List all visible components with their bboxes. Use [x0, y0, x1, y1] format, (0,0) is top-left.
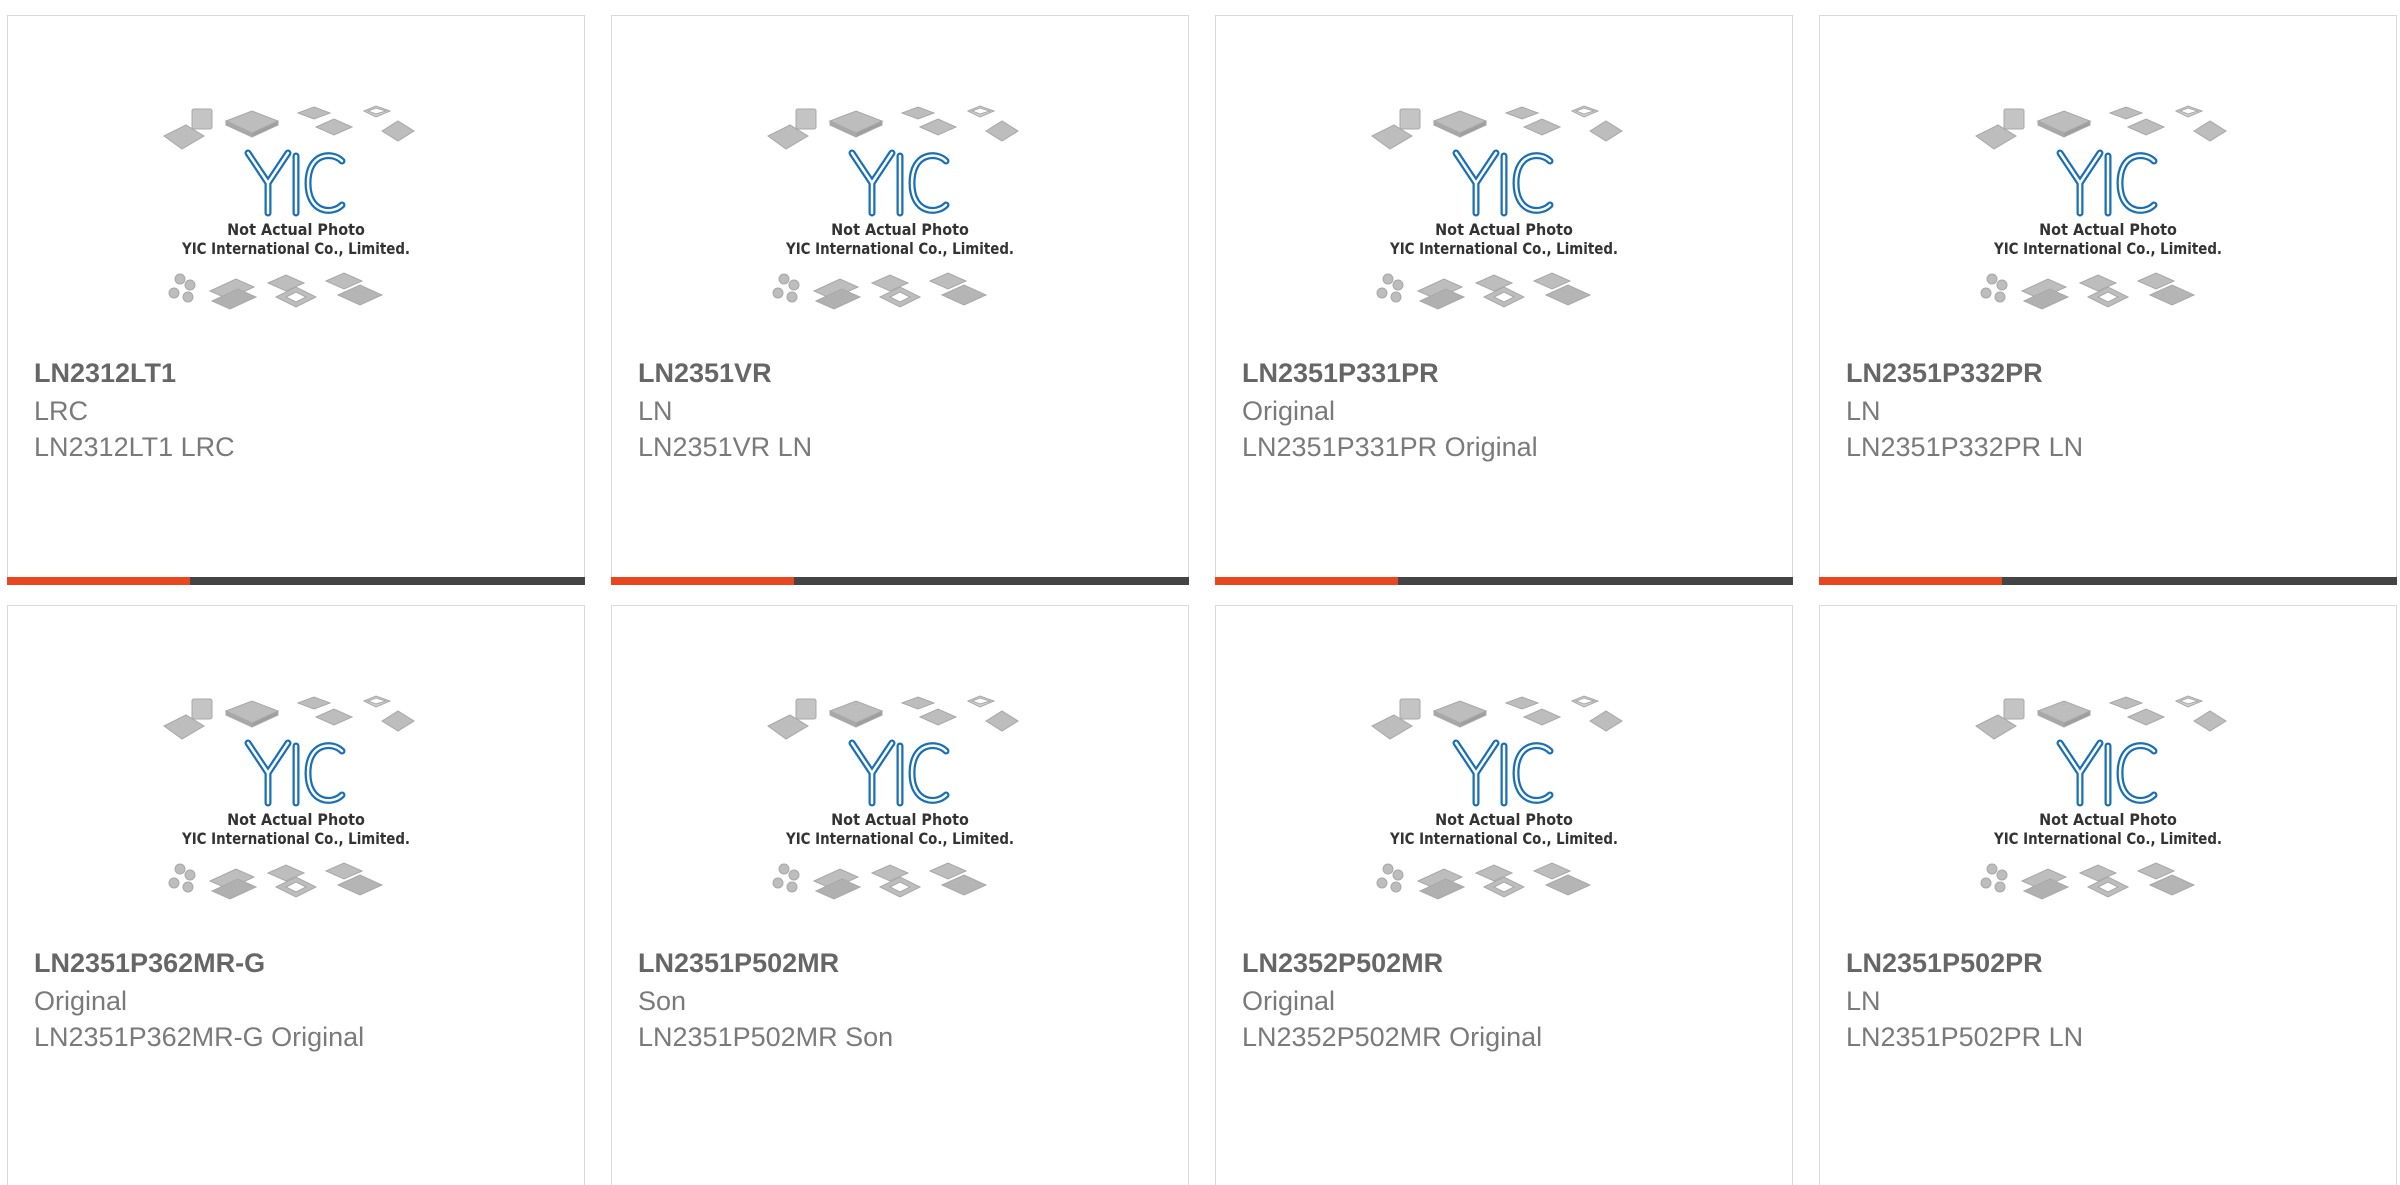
- chip-icons-top: [1371, 695, 1623, 740]
- product-brand: Son: [638, 986, 687, 1016]
- card-accent-bar: [611, 577, 794, 585]
- chip-icons-bottom: [168, 862, 384, 900]
- yic-logo-icon: [848, 739, 950, 807]
- card-bottom-bar: [7, 577, 585, 585]
- chip-icons-bottom: [1980, 272, 2196, 310]
- product-part-number[interactable]: LN2351VR: [638, 358, 772, 389]
- product-card[interactable]: Not Actual Photo YIC International Co., …: [611, 15, 1189, 585]
- chip-icons-top: [1975, 695, 2227, 740]
- chip-icons-top: [1371, 105, 1623, 150]
- product-description: LN2351P502PR LN: [1846, 1022, 2084, 1052]
- product-image[interactable]: Not Actual Photo YIC International Co., …: [1216, 691, 1792, 953]
- placeholder-caption-2: YIC International Co., Limited.: [785, 239, 1014, 258]
- placeholder-caption-2: YIC International Co., Limited.: [1389, 239, 1618, 258]
- product-image[interactable]: Not Actual Photo YIC International Co., …: [1820, 691, 2396, 953]
- product-placeholder-image: Not Actual Photo YIC International Co., …: [1371, 695, 1623, 900]
- product-part-number[interactable]: LN2351P331PR: [1242, 358, 1439, 389]
- product-image[interactable]: Not Actual Photo YIC International Co., …: [612, 691, 1188, 953]
- card-accent-bar: [7, 577, 190, 585]
- chip-icons-bottom: [772, 862, 988, 900]
- chip-icons-bottom: [1980, 862, 2196, 900]
- product-image[interactable]: Not Actual Photo YIC International Co., …: [612, 101, 1188, 363]
- product-placeholder-image: Not Actual Photo YIC International Co., …: [1975, 695, 2227, 900]
- chip-icons-top: [163, 105, 415, 150]
- product-card[interactable]: Not Actual Photo YIC International Co., …: [7, 15, 585, 585]
- product-brand: LN: [1846, 986, 1881, 1016]
- product-brand: LN: [638, 396, 673, 426]
- placeholder-caption-1: Not Actual Photo: [227, 220, 365, 239]
- yic-logo-icon: [848, 149, 950, 217]
- product-placeholder-image: Not Actual Photo YIC International Co., …: [1371, 105, 1623, 310]
- product-description: LN2351P332PR LN: [1846, 432, 2084, 462]
- placeholder-caption-2: YIC International Co., Limited.: [181, 239, 410, 258]
- placeholder-caption-2: YIC International Co., Limited.: [785, 829, 1014, 848]
- product-card[interactable]: Not Actual Photo YIC International Co., …: [7, 605, 585, 1185]
- product-part-number[interactable]: LN2312LT1: [34, 358, 176, 389]
- product-brand: Original: [1242, 396, 1336, 426]
- chip-icons-bottom: [1376, 862, 1592, 900]
- chip-icons-top: [163, 695, 415, 740]
- product-part-number[interactable]: LN2351P502PR: [1846, 948, 2043, 979]
- product-card[interactable]: Not Actual Photo YIC International Co., …: [1215, 605, 1793, 1185]
- product-part-number[interactable]: LN2351P332PR: [1846, 358, 2043, 389]
- yic-logo-icon: [2056, 739, 2158, 807]
- product-part-number[interactable]: LN2352P502MR: [1242, 948, 1443, 979]
- product-card[interactable]: Not Actual Photo YIC International Co., …: [1819, 15, 2397, 585]
- product-part-number[interactable]: LN2351P502MR: [638, 948, 839, 979]
- product-placeholder-image: Not Actual Photo YIC International Co., …: [1975, 105, 2227, 310]
- product-card[interactable]: Not Actual Photo YIC International Co., …: [611, 605, 1189, 1185]
- product-placeholder-image: Not Actual Photo YIC International Co., …: [163, 695, 415, 900]
- card-bottom-bar: [1819, 577, 2397, 585]
- product-description: LN2351VR LN: [638, 432, 813, 462]
- product-placeholder-image: Not Actual Photo YIC International Co., …: [767, 695, 1019, 900]
- chip-icons-top: [1975, 105, 2227, 150]
- product-part-number[interactable]: LN2351P362MR-G: [34, 948, 265, 979]
- placeholder-caption-1: Not Actual Photo: [831, 220, 969, 239]
- product-description: LN2312LT1 LRC: [34, 432, 235, 462]
- product-card[interactable]: Not Actual Photo YIC International Co., …: [1819, 605, 2397, 1185]
- product-image[interactable]: Not Actual Photo YIC International Co., …: [1216, 101, 1792, 363]
- placeholder-caption-2: YIC International Co., Limited.: [1993, 829, 2222, 848]
- product-description: LN2351P362MR-G Original: [34, 1022, 365, 1052]
- product-grid: Not Actual Photo YIC International Co., …: [0, 0, 2400, 1185]
- card-accent-bar: [1819, 577, 2002, 585]
- placeholder-caption-1: Not Actual Photo: [2039, 810, 2177, 829]
- product-placeholder-image: Not Actual Photo YIC International Co., …: [767, 105, 1019, 310]
- chip-icons-bottom: [772, 272, 988, 310]
- placeholder-caption-1: Not Actual Photo: [1435, 220, 1573, 239]
- product-description: LN2351P502MR Son: [638, 1022, 894, 1052]
- product-brand: Original: [1242, 986, 1336, 1016]
- yic-logo-icon: [1452, 739, 1554, 807]
- yic-logo-icon: [2056, 149, 2158, 217]
- product-image[interactable]: Not Actual Photo YIC International Co., …: [8, 691, 584, 953]
- placeholder-caption-1: Not Actual Photo: [227, 810, 365, 829]
- product-brand: LRC: [34, 396, 89, 426]
- product-brand: Original: [34, 986, 128, 1016]
- chip-icons-bottom: [168, 272, 384, 310]
- product-image[interactable]: Not Actual Photo YIC International Co., …: [8, 101, 584, 363]
- yic-logo-icon: [244, 149, 346, 217]
- placeholder-caption-2: YIC International Co., Limited.: [1389, 829, 1618, 848]
- chip-icons-bottom: [1376, 272, 1592, 310]
- placeholder-caption-1: Not Actual Photo: [1435, 810, 1573, 829]
- product-placeholder-image: Not Actual Photo YIC International Co., …: [163, 105, 415, 310]
- chip-icons-top: [767, 105, 1019, 150]
- yic-logo-icon: [244, 739, 346, 807]
- card-bottom-bar: [1215, 577, 1793, 585]
- placeholder-caption-1: Not Actual Photo: [831, 810, 969, 829]
- chip-icons-top: [767, 695, 1019, 740]
- placeholder-caption-2: YIC International Co., Limited.: [1993, 239, 2222, 258]
- product-image[interactable]: Not Actual Photo YIC International Co., …: [1820, 101, 2396, 363]
- product-description: LN2352P502MR Original: [1242, 1022, 1543, 1052]
- product-brand: LN: [1846, 396, 1881, 426]
- yic-logo-icon: [1452, 149, 1554, 217]
- card-accent-bar: [1215, 577, 1398, 585]
- card-bottom-bar: [611, 577, 1189, 585]
- placeholder-caption-1: Not Actual Photo: [2039, 220, 2177, 239]
- product-card[interactable]: Not Actual Photo YIC International Co., …: [1215, 15, 1793, 585]
- product-description: LN2351P331PR Original: [1242, 432, 1538, 462]
- placeholder-caption-2: YIC International Co., Limited.: [181, 829, 410, 848]
